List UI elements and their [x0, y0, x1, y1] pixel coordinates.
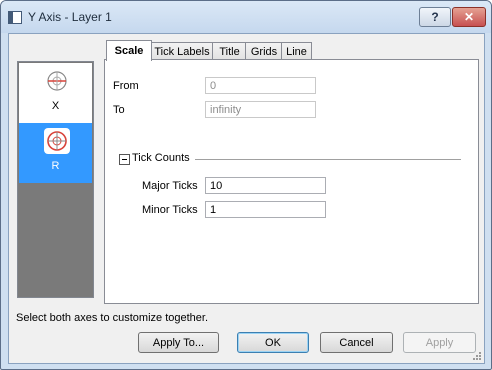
axis-list: X R: [17, 61, 94, 298]
from-field[interactable]: 0: [205, 77, 316, 94]
axis-item-label: X: [51, 100, 60, 112]
help-button[interactable]: ?: [419, 7, 451, 27]
polar-axis-x-icon: [44, 68, 70, 94]
scale-tab-panel: From 0 To infinity Tick Counts Major Tic…: [104, 59, 479, 304]
window-icon: [8, 11, 22, 24]
to-label: To: [113, 104, 125, 116]
apply-button[interactable]: Apply: [403, 332, 476, 353]
minor-ticks-label: Minor Ticks: [142, 204, 198, 216]
axis-item-x[interactable]: X: [19, 63, 92, 123]
dialog-window: Y Axis - Layer 1 ? ✕ X R Scale Tick Labe…: [0, 0, 492, 370]
cancel-button[interactable]: Cancel: [320, 332, 393, 353]
minor-ticks-field[interactable]: 1: [205, 201, 326, 218]
to-field[interactable]: infinity: [205, 101, 316, 118]
resize-grip-icon[interactable]: [472, 351, 482, 361]
ok-button[interactable]: OK: [237, 332, 309, 353]
polar-axis-r-icon: [44, 128, 70, 154]
major-ticks-label: Major Ticks: [142, 180, 198, 192]
close-button[interactable]: ✕: [452, 7, 486, 27]
tab-grids[interactable]: Grids: [245, 42, 283, 60]
tab-title[interactable]: Title: [212, 42, 247, 60]
axis-item-r[interactable]: R: [19, 123, 92, 183]
tab-tick-labels[interactable]: Tick Labels: [150, 42, 214, 60]
tab-line[interactable]: Line: [281, 42, 312, 60]
collapse-icon[interactable]: [119, 154, 130, 165]
hint-text: Select both axes to customize together.: [16, 312, 209, 324]
group-divider: [195, 159, 461, 160]
from-label: From: [113, 80, 139, 92]
dialog-client-area: X R Scale Tick Labels Title Grids Line F…: [8, 33, 485, 364]
tab-scale[interactable]: Scale: [106, 40, 152, 61]
apply-to-button[interactable]: Apply To...: [138, 332, 219, 353]
axis-item-label: R: [51, 160, 60, 172]
window-title: Y Axis - Layer 1: [28, 10, 112, 24]
tick-counts-label: Tick Counts: [132, 152, 190, 164]
major-ticks-field[interactable]: 10: [205, 177, 326, 194]
title-bar[interactable]: Y Axis - Layer 1 ? ✕: [1, 1, 491, 33]
